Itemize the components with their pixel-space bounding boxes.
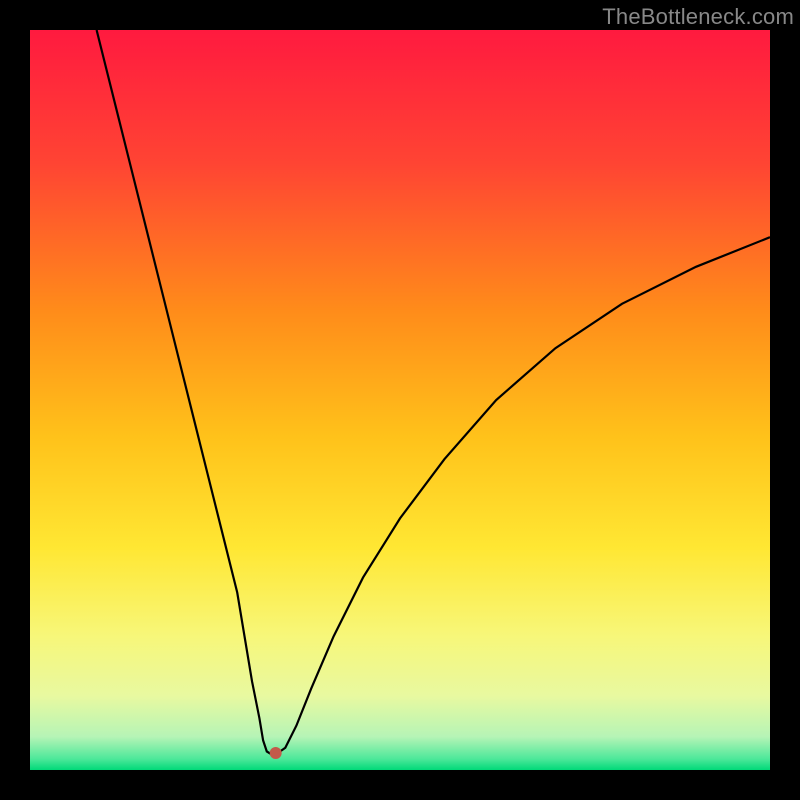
watermark-text: TheBottleneck.com xyxy=(602,4,794,30)
chart-frame: TheBottleneck.com xyxy=(0,0,800,800)
optimal-point-marker xyxy=(270,747,282,759)
bottleneck-chart xyxy=(30,30,770,770)
gradient-background xyxy=(30,30,770,770)
plot-area xyxy=(30,30,770,770)
